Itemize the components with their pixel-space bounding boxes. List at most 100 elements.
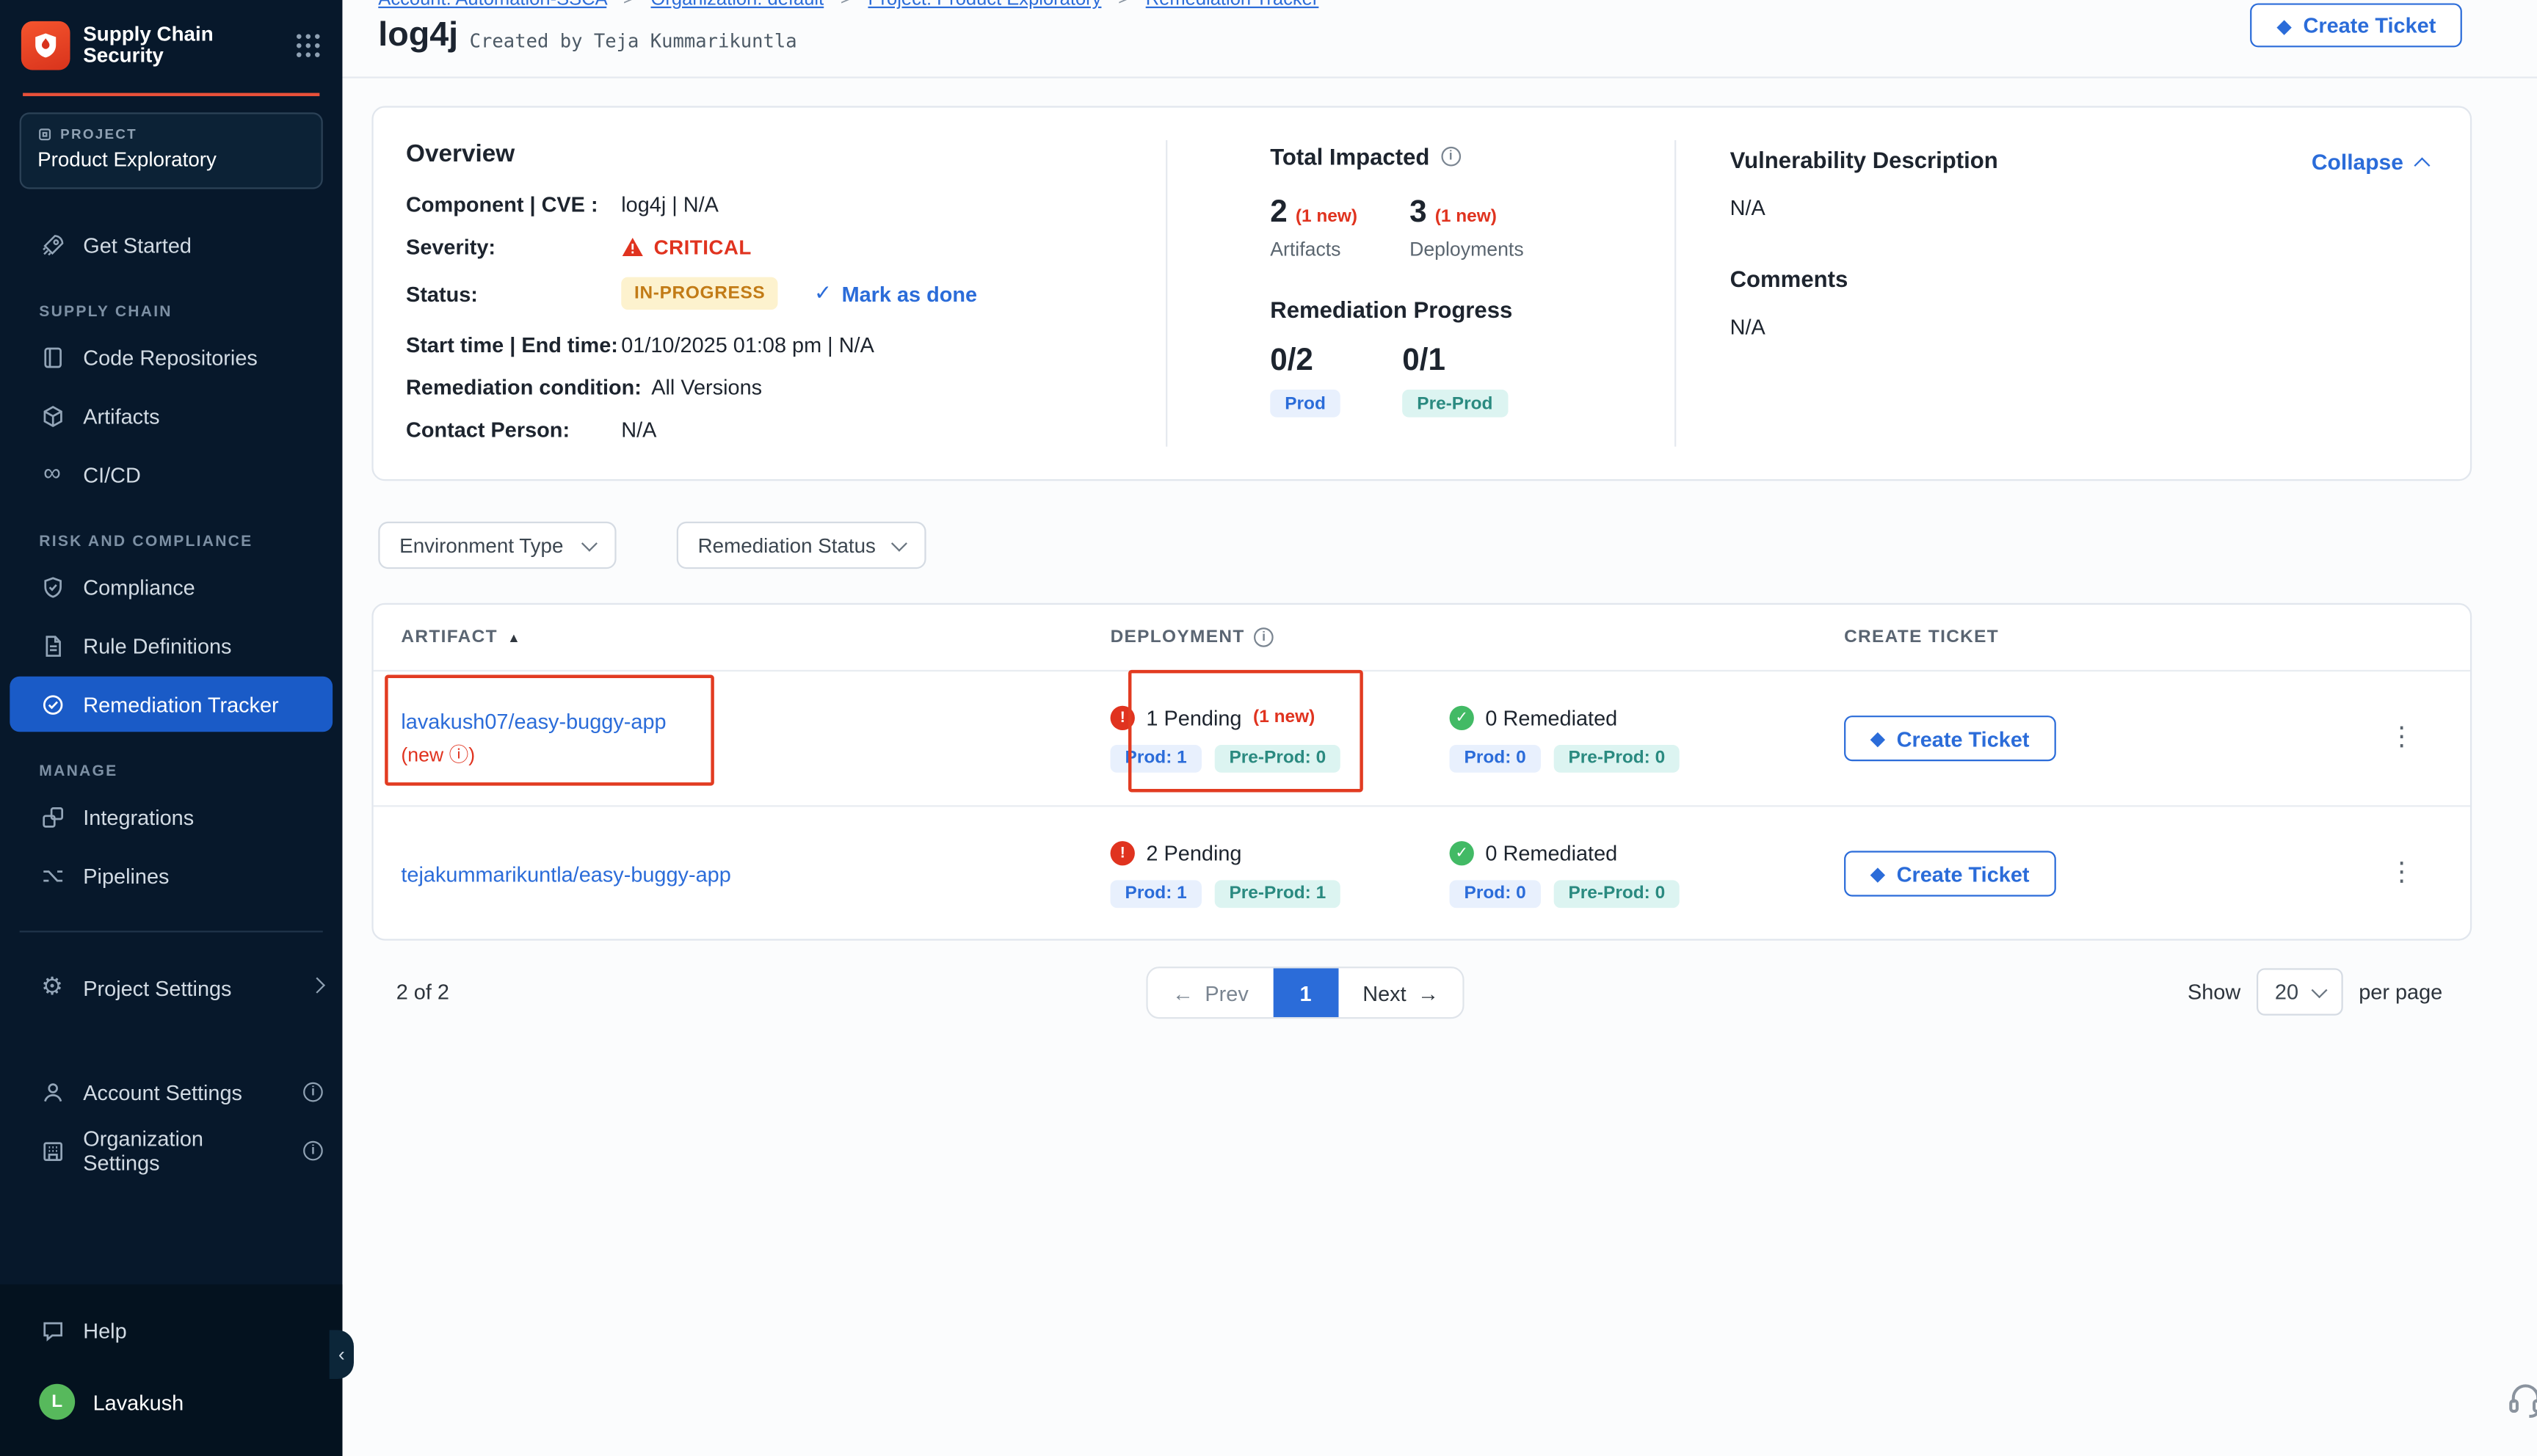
avatar: L bbox=[39, 1384, 75, 1420]
page-size-select[interactable]: 20 bbox=[2257, 968, 2342, 1015]
sidebar-item-label: Compliance bbox=[83, 575, 195, 599]
next-page-button[interactable]: Next → bbox=[1338, 968, 1463, 1017]
row-menu-button[interactable]: ⋮ bbox=[2389, 725, 2470, 751]
user-menu[interactable]: L Lavakush bbox=[0, 1372, 342, 1431]
info-icon[interactable]: i bbox=[303, 1082, 323, 1102]
create-ticket-button[interactable]: ◆ Create Ticket bbox=[1844, 716, 2055, 761]
info-icon[interactable]: i bbox=[303, 1141, 323, 1161]
support-headset-icon[interactable] bbox=[2505, 1377, 2537, 1420]
mark-as-done-button[interactable]: ✓ Mark as done bbox=[814, 280, 977, 307]
sidebar-item-account-settings[interactable]: Account Settings i bbox=[0, 1063, 342, 1121]
sidebar-item-label: Account Settings bbox=[83, 1080, 242, 1104]
total-impacted-title: Total Impacted i bbox=[1270, 143, 1661, 170]
sidebar-item-code-repositories[interactable]: Code Repositories bbox=[0, 327, 342, 386]
breadcrumb-project[interactable]: Project: Product Exploratory bbox=[868, 0, 1101, 10]
severity-field: Severity: CRITICAL bbox=[406, 235, 1139, 259]
create-ticket-button[interactable]: ◆ Create Ticket bbox=[2251, 3, 2462, 47]
environment-type-filter[interactable]: Environment Type bbox=[378, 522, 616, 569]
sort-asc-icon: ▲ bbox=[507, 630, 521, 644]
sidebar: Supply Chain Security PROJECT Product Ex… bbox=[0, 0, 342, 1456]
comments-value: N/A bbox=[1730, 315, 2219, 339]
page-1-button[interactable]: 1 bbox=[1273, 968, 1338, 1017]
sidebar-item-cicd[interactable]: ∞ CI/CD bbox=[0, 445, 342, 503]
pending-status-icon: ! bbox=[1111, 840, 1135, 864]
supply-chain-security-logo-icon bbox=[21, 21, 70, 70]
project-selector[interactable]: PROJECT Product Exploratory bbox=[20, 112, 323, 189]
sidebar-item-label: Rule Definitions bbox=[83, 633, 231, 658]
row-menu-button[interactable]: ⋮ bbox=[2389, 861, 2470, 887]
cube-icon bbox=[39, 403, 65, 429]
overview-card: Overview Component | CVE : log4j | N/A S… bbox=[371, 106, 2472, 481]
remediated-count: 0 Remediated bbox=[1485, 840, 1617, 864]
sidebar-item-label: Help bbox=[83, 1318, 126, 1342]
table-header: ARTIFACT ▲ DEPLOYMENT i CREATE TICKET bbox=[374, 605, 2470, 670]
document-icon bbox=[39, 633, 65, 659]
status-badge: IN-PROGRESS bbox=[621, 277, 778, 310]
sidebar-collapse-handle[interactable]: ‹ bbox=[330, 1330, 354, 1379]
sidebar-item-project-settings[interactable]: ⚙ Project Settings bbox=[0, 958, 342, 1017]
deployments-stat: 3 (1 new) Deployments bbox=[1409, 196, 1524, 261]
remediation-progress-stats: 0/2 Prod 0/1 Pre-Prod bbox=[1270, 344, 1661, 418]
app-root: Supply Chain Security PROJECT Product Ex… bbox=[0, 0, 2537, 1456]
sidebar-item-rule-definitions[interactable]: Rule Definitions bbox=[0, 616, 342, 675]
pending-status-icon: ! bbox=[1111, 705, 1135, 729]
column-header-deployment: DEPLOYMENT i bbox=[1111, 627, 1844, 647]
chevron-left-icon: ‹ bbox=[338, 1343, 345, 1366]
module-switcher-icon[interactable] bbox=[294, 31, 323, 60]
pagination-count: 2 of 2 bbox=[396, 980, 449, 1004]
project-icon bbox=[37, 126, 52, 141]
sidebar-item-label: Remediation Tracker bbox=[83, 692, 278, 716]
prod-count-badge: Prod: 0 bbox=[1450, 879, 1541, 907]
sidebar-item-artifacts[interactable]: Artifacts bbox=[0, 386, 342, 445]
sidebar-item-compliance[interactable]: Compliance bbox=[0, 558, 342, 616]
user-name: Lavakush bbox=[93, 1389, 184, 1413]
deployment-cell: ! 1 Pending (1 new) Prod: 1 Pre-Prod: 0 … bbox=[1111, 705, 1844, 772]
artifact-link[interactable]: tejakummarikuntla/easy-buggy-app bbox=[401, 862, 730, 886]
artifact-link[interactable]: lavakush07/easy-buggy-app bbox=[401, 709, 666, 733]
time-field: Start time | End time: 01/10/2025 01:08 … bbox=[406, 332, 1139, 357]
account-icon bbox=[39, 1079, 65, 1105]
info-icon[interactable]: i bbox=[1255, 627, 1274, 647]
page-size-control: Show 20 per page bbox=[2188, 968, 2442, 1015]
create-ticket-cell: ◆ Create Ticket bbox=[1844, 851, 2219, 896]
preprod-count-badge: Pre-Prod: 1 bbox=[1215, 879, 1341, 907]
breadcrumb-account[interactable]: Account: Automation-SSCA bbox=[378, 0, 606, 10]
contact-person-field: Contact Person: N/A bbox=[406, 418, 1139, 442]
sidebar-item-organization-settings[interactable]: Organization Settings i bbox=[0, 1121, 342, 1180]
vulnerability-description-value: N/A bbox=[1730, 196, 2219, 220]
remediation-status-filter[interactable]: Remediation Status bbox=[677, 522, 926, 569]
gear-icon: ⚙ bbox=[39, 975, 65, 1001]
sidebar-item-label: Artifacts bbox=[83, 404, 159, 428]
sidebar-item-remediation-tracker[interactable]: Remediation Tracker bbox=[10, 677, 333, 732]
remediated-status-icon: ✓ bbox=[1450, 705, 1474, 729]
column-header-artifact[interactable]: ARTIFACT ▲ bbox=[374, 627, 1111, 647]
section-label-risk-compliance: RISK AND COMPLIANCE bbox=[39, 533, 342, 550]
sidebar-item-get-started[interactable]: Get Started bbox=[0, 215, 342, 274]
remediation-condition-field: Remediation condition: All Versions bbox=[406, 375, 1139, 399]
rocket-icon bbox=[39, 231, 65, 258]
chevron-down-icon bbox=[581, 535, 598, 551]
pending-group: ! 2 Pending Prod: 1 Pre-Prod: 1 bbox=[1111, 840, 1450, 907]
breadcrumb: Account: Automation-SSCA > Organization:… bbox=[378, 0, 1318, 10]
sidebar-item-label: Project Settings bbox=[83, 975, 231, 1000]
artifact-new-tag: (new ⓘ) bbox=[401, 740, 1110, 768]
total-impacted-section: Total Impacted i 2 (1 new) Artifacts 3 bbox=[1270, 143, 1661, 417]
create-ticket-button[interactable]: ◆ Create Ticket bbox=[1844, 851, 2055, 896]
breadcrumb-page[interactable]: Remediation Tracker bbox=[1146, 0, 1319, 10]
sidebar-item-integrations[interactable]: Integrations bbox=[0, 787, 342, 846]
prev-page-button[interactable]: ← Prev bbox=[1148, 968, 1273, 1017]
info-icon[interactable]: i bbox=[1441, 147, 1461, 167]
sidebar-item-help[interactable]: Help bbox=[0, 1300, 342, 1359]
collapse-button[interactable]: Collapse bbox=[2312, 150, 2428, 174]
pending-new-badge: (1 new) bbox=[1253, 707, 1315, 727]
artifact-cell: tejakummarikuntla/easy-buggy-app bbox=[374, 862, 1111, 886]
sidebar-item-pipelines[interactable]: Pipelines bbox=[0, 846, 342, 905]
main-content: Account: Automation-SSCA > Organization:… bbox=[342, 0, 2537, 1456]
brand-title: Supply Chain Security bbox=[83, 24, 280, 67]
artifacts-table: ARTIFACT ▲ DEPLOYMENT i CREATE TICKET la… bbox=[371, 603, 2472, 941]
prod-badge: Prod bbox=[1270, 390, 1340, 418]
breadcrumb-organization[interactable]: Organization: default bbox=[650, 0, 824, 10]
sidebar-item-label: Code Repositories bbox=[83, 345, 258, 369]
pagination: ← Prev 1 Next → bbox=[1146, 967, 1465, 1019]
repository-icon bbox=[39, 344, 65, 371]
